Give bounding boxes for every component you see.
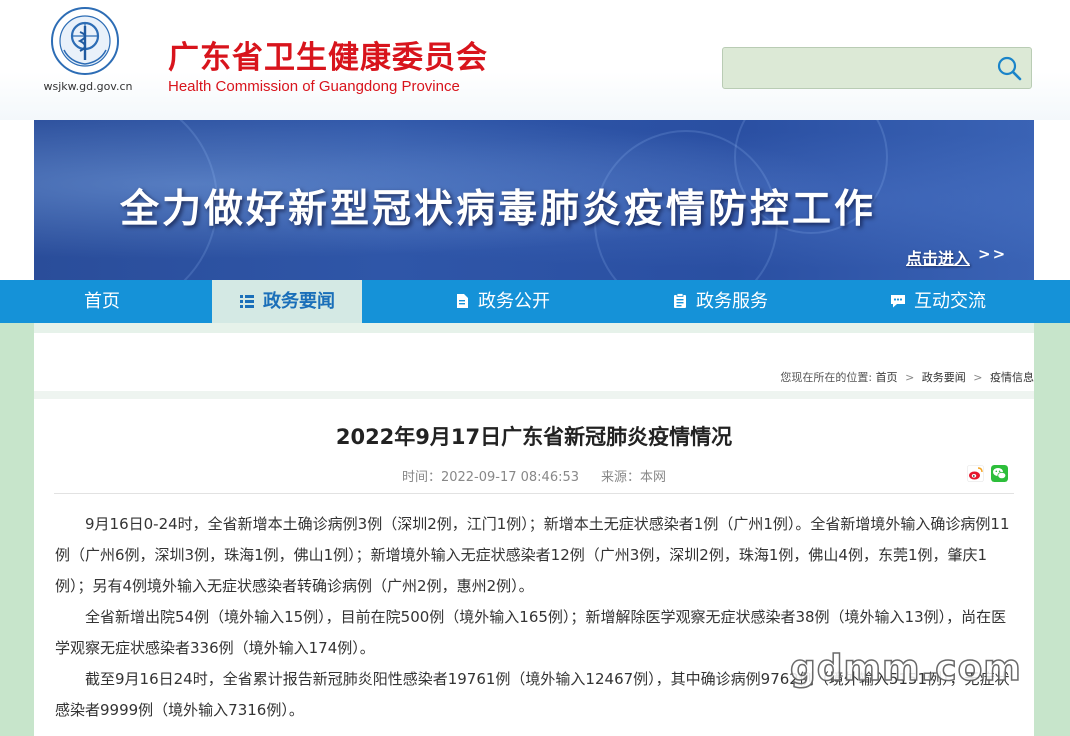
breadcrumb: 您现在所在的位置: 首页 > 政务要闻 > 疫情信息 xyxy=(780,369,1034,385)
source-label: 来源： xyxy=(601,470,641,485)
nav-item-services[interactable]: 政务服务 xyxy=(672,280,768,323)
weibo-icon[interactable] xyxy=(967,465,984,482)
nav-item-label: 政务要闻 xyxy=(263,291,335,312)
banner-arrow-icon[interactable]: >> xyxy=(978,245,1007,263)
publish-time: 2022-09-17 08:46:53 xyxy=(440,470,580,485)
site-domain-label: wsjkw.gd.gov.cn xyxy=(43,80,133,93)
banner-title: 全力做好新型冠状病毒肺炎疫情防控工作 xyxy=(120,187,877,232)
breadcrumb-panel: 您现在所在的位置: 首页 > 政务要闻 > 疫情信息 xyxy=(34,333,1034,391)
wechat-icon[interactable] xyxy=(991,465,1008,482)
news-list-icon xyxy=(240,295,254,308)
content-divider-band xyxy=(34,391,1034,399)
nav-item-news[interactable]: 政务要闻 xyxy=(212,280,362,323)
article-source: 本网 xyxy=(640,470,667,485)
nav-item-label: 互动交流 xyxy=(914,291,986,312)
article-paragraph: 9月16日0-24时，全省新增本土确诊病例3例（深圳2例，江门1例）；新增本土无… xyxy=(55,515,1010,595)
nav-item-public-affairs[interactable]: 政务公开 xyxy=(454,280,550,323)
clipboard-icon xyxy=(674,293,686,308)
right-side-background xyxy=(1034,323,1070,736)
watermark: gdmm.com xyxy=(789,647,1022,690)
banner-enter-link[interactable]: 点击进入 xyxy=(906,245,970,269)
search-box xyxy=(722,47,1032,89)
breadcrumb-link-home[interactable]: 首页 xyxy=(876,371,898,384)
breadcrumb-link-news[interactable]: 政务要闻 xyxy=(922,371,966,384)
site-subtitle-english: Health Commission of Guangdong Province xyxy=(168,78,460,95)
site-title[interactable]: 广东省卫生健康委员会 xyxy=(168,32,488,77)
site-header: wsjkw.gd.gov.cn 广东省卫生健康委员会 Health Commis… xyxy=(0,0,1070,120)
article-body: 9月16日0-24时，全省新增本土确诊病例3例（深圳2例，江门1例）；新增本土无… xyxy=(55,509,1015,726)
epidemic-banner[interactable]: 全力做好新型冠状病毒肺炎疫情防控工作 点击进入 >> xyxy=(34,120,1034,280)
article-divider xyxy=(54,493,1014,494)
document-icon xyxy=(457,294,468,308)
content-top-strip xyxy=(34,323,1034,333)
left-side-background xyxy=(0,323,34,736)
breadcrumb-separator: > xyxy=(905,371,915,384)
article-title: 2022年9月17日广东省新冠肺炎疫情情况 xyxy=(335,425,733,449)
time-label: 时间： xyxy=(401,470,441,485)
nav-item-label: 政务公开 xyxy=(478,291,550,312)
article-meta: 时间：2022-09-17 08:46:53 来源：本网 xyxy=(34,466,1034,485)
search-icon[interactable] xyxy=(995,54,1023,82)
breadcrumb-prefix: 您现在所在的位置: xyxy=(780,371,873,384)
nav-item-interaction[interactable]: 互动交流 xyxy=(890,280,986,323)
nav-item-label: 政务服务 xyxy=(696,291,768,312)
breadcrumb-link-epidemic[interactable]: 疫情信息 xyxy=(990,371,1034,384)
chat-icon xyxy=(891,295,905,308)
breadcrumb-separator: > xyxy=(973,371,983,384)
nav-item-home[interactable]: 首页 xyxy=(84,280,120,323)
nav-item-label: 首页 xyxy=(84,291,120,312)
search-input[interactable] xyxy=(723,48,983,88)
health-commission-emblem-icon[interactable] xyxy=(50,6,120,76)
main-nav: 首页 政务要闻 政务公开 政务服务 互动交流 xyxy=(0,280,1070,323)
